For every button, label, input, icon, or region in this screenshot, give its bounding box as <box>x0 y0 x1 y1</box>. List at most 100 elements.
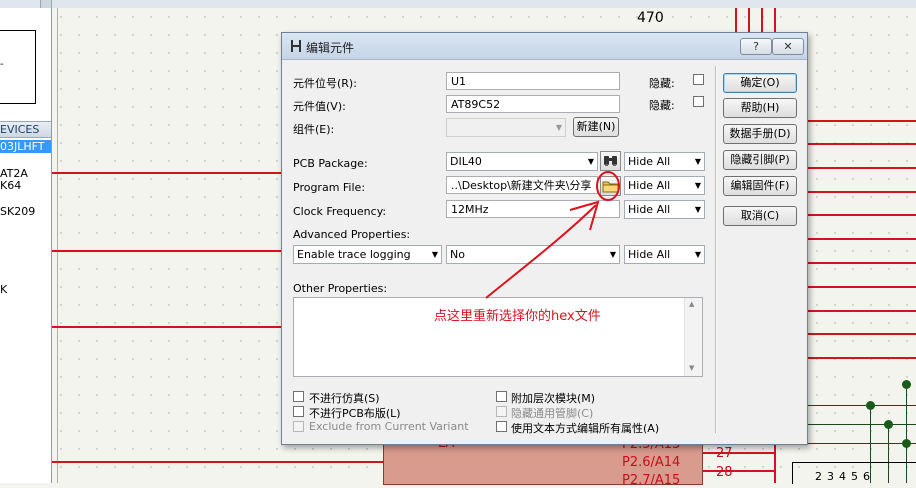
device-item[interactable]: 03JLHFT <box>0 140 51 153</box>
chevron-down-icon: ▼ <box>694 157 701 166</box>
junction-dot <box>902 439 911 448</box>
resistor-value: 470 <box>637 10 664 26</box>
pcb-package-value: DIL40 <box>450 155 482 168</box>
program-file-input[interactable]: ..\Desktop\新建文件夹\分享 <box>446 176 598 194</box>
advanced-value-select[interactable]: No ▼ <box>446 245 620 264</box>
component-icon <box>291 40 301 52</box>
scroll-down-icon[interactable]: ▼ <box>689 364 694 372</box>
clock-frequency-input[interactable]: 12MHz <box>446 200 620 218</box>
chevron-down-icon: ▼ <box>694 181 701 190</box>
pcb-package-label: PCB Package: <box>293 157 368 170</box>
hidden-pins-button[interactable]: 隐藏引脚(P) <box>723 150 797 170</box>
value-label: 元件值(V): <box>293 100 346 113</box>
preview-glyph: - <box>0 59 4 70</box>
pcb-package-select[interactable]: DIL40 ▼ <box>446 152 598 171</box>
advanced-property-select[interactable]: Enable trace logging ▼ <box>293 245 442 264</box>
chevron-down-icon: ▼ <box>694 205 701 214</box>
attach-hierarchy-label: 附加层次模块(M) <box>511 392 596 405</box>
chip-pin-number: 28 <box>716 465 733 480</box>
chevron-down-icon: ▼ <box>609 250 616 259</box>
edit-text-checkbox[interactable] <box>496 421 507 432</box>
datasheet-button[interactable]: 数据手册(D) <box>723 124 797 144</box>
chevron-down-icon: ▼ <box>555 123 562 132</box>
wire <box>806 262 916 264</box>
edit-text-label: 使用文本方式编辑所有属性(A) <box>511 422 660 435</box>
wire <box>52 326 281 328</box>
wire <box>806 167 916 169</box>
hide-value-checkbox[interactable] <box>693 96 704 107</box>
advanced-properties-label: Advanced Properties: <box>293 228 411 241</box>
devices-header: EVICES <box>0 121 51 138</box>
program-visibility-select[interactable]: Hide All ▼ <box>624 176 705 195</box>
pcb-visibility-select[interactable]: Hide All ▼ <box>624 152 705 171</box>
device-item[interactable]: K64 <box>0 179 51 192</box>
ok-button[interactable]: 确定(O) <box>723 73 797 93</box>
junction-dot <box>884 420 893 429</box>
group-label: 组件(E): <box>293 123 335 136</box>
binoculars-icon <box>604 156 617 166</box>
hide-all-value: Hide All <box>628 248 671 261</box>
hide-all-value: Hide All <box>628 203 671 216</box>
hide-all-value: Hide All <box>628 179 671 192</box>
wire <box>701 452 776 454</box>
clock-frequency-label: Clock Frequency: <box>293 205 387 218</box>
wire <box>806 310 916 312</box>
browse-package-button[interactable] <box>600 151 621 171</box>
connector-pin: 3 <box>827 470 839 483</box>
wire <box>806 120 916 122</box>
close-button[interactable]: ✕ <box>772 38 804 55</box>
wire <box>806 143 916 145</box>
dialog-divider <box>715 66 717 433</box>
exclude-variant-checkbox[interactable] <box>293 421 304 432</box>
chevron-down-icon: ▼ <box>431 250 438 259</box>
browse-program-file-button[interactable] <box>600 176 621 196</box>
hide-all-value: Hide All <box>628 155 671 168</box>
hidden-label: 隐藏: <box>649 77 675 90</box>
toolbar-tab[interactable] <box>40 0 52 8</box>
exclude-variant-label: Exclude from Current Variant <box>309 420 469 433</box>
scroll-up-icon[interactable]: ▲ <box>689 300 694 308</box>
textarea-scrollbar[interactable]: ▲ ▼ <box>684 298 702 376</box>
attach-hierarchy-checkbox[interactable] <box>496 391 507 402</box>
wire <box>806 333 916 335</box>
hide-ref-checkbox[interactable] <box>693 74 704 85</box>
device-item[interactable]: K <box>0 283 51 296</box>
no-pcb-label: 不进行PCB布版(L) <box>309 407 401 420</box>
chevron-down-icon: ▼ <box>587 157 594 166</box>
connector-pin: 6 <box>863 470 875 483</box>
help-title-button[interactable]: ? <box>740 38 772 55</box>
no-sim-label: 不进行仿真(S) <box>309 392 380 405</box>
chevron-down-icon: ▼ <box>694 250 701 259</box>
net-wire <box>806 443 916 444</box>
hide-common-pins-checkbox[interactable] <box>496 406 507 417</box>
advanced-visibility-select[interactable]: Hide All ▼ <box>624 245 705 264</box>
wire <box>806 191 916 193</box>
advanced-property-value: Enable trace logging <box>297 248 411 261</box>
help-button[interactable]: 帮助(H) <box>723 98 797 118</box>
edit-firmware-button[interactable]: 编辑固件(F) <box>723 176 797 196</box>
ref-label: 元件位号(R): <box>293 77 357 90</box>
no-sim-checkbox[interactable] <box>293 391 304 402</box>
clock-visibility-select[interactable]: Hide All ▼ <box>624 200 705 219</box>
no-pcb-checkbox[interactable] <box>293 406 304 417</box>
wire <box>52 461 383 463</box>
connector-pin: 4 <box>839 470 851 483</box>
net-wire <box>806 405 916 406</box>
wire <box>701 470 776 472</box>
ref-input[interactable]: U1 <box>446 72 620 90</box>
cancel-button[interactable]: 取消(C) <box>723 206 797 226</box>
other-properties-label: Other Properties: <box>293 282 388 295</box>
device-item[interactable]: SK209 <box>0 205 51 218</box>
group-select[interactable]: ▼ <box>446 118 566 137</box>
hidden-label: 隐藏: <box>649 99 675 112</box>
annotation-text: 点这里重新选择你的hex文件 <box>434 309 601 324</box>
wire <box>806 357 916 359</box>
left-panel: - EVICES 03JLHFT AT2A K64 SK209 K <box>0 8 52 483</box>
value-input[interactable]: AT89C52 <box>446 95 620 113</box>
dialog-titlebar[interactable]: 编辑元件 ? ✕ <box>282 33 807 60</box>
wire <box>806 286 916 288</box>
chip-pin-number: 27 <box>716 446 733 461</box>
chip-pin-label: P2.7/A15 <box>622 473 681 488</box>
new-button[interactable]: 新建(N) <box>573 117 619 137</box>
dialog-title: 编辑元件 <box>306 41 355 55</box>
